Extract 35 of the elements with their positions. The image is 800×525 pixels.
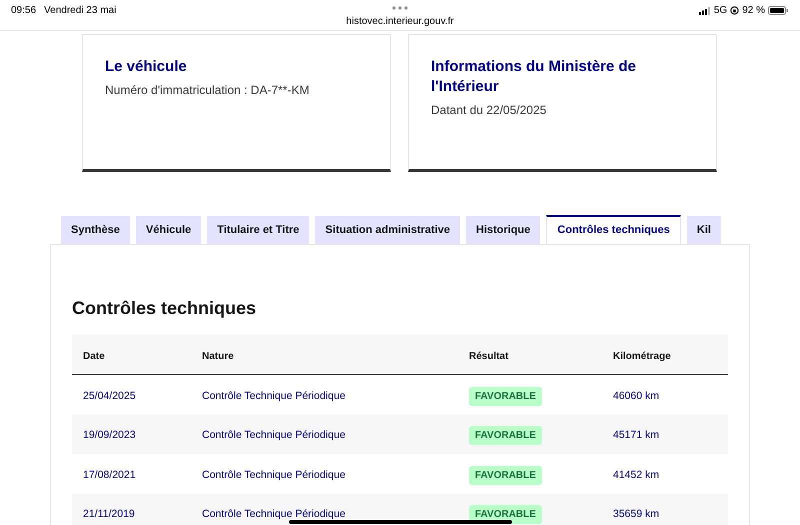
more-icon: [392, 6, 408, 10]
rotation-lock-icon: [730, 6, 740, 15]
nature-link[interactable]: Contrôle Technique Périodique: [202, 390, 346, 402]
date-link[interactable]: 19/09/2023: [83, 429, 136, 442]
column-header: Kilométrage: [613, 350, 671, 362]
date-link[interactable]: 25/04/2025: [83, 390, 136, 402]
signal-icon: [698, 6, 711, 14]
mileage-link[interactable]: 41452 km: [613, 468, 660, 481]
column-header: Date: [83, 350, 105, 362]
tab[interactable]: Situation administrative: [315, 216, 460, 244]
mileage-link[interactable]: 46060 km: [613, 390, 660, 402]
tab[interactable]: Titulaire et Titre: [207, 216, 310, 244]
section-title: Contrôles techniques: [72, 297, 258, 320]
tab[interactable]: Kil: [686, 216, 721, 244]
tab[interactable]: Contrôles techniques: [546, 215, 681, 244]
result-badge: FAVORABLE: [469, 386, 542, 406]
date-link[interactable]: 21/11/2019: [83, 508, 135, 520]
card-title: Le véhicule: [105, 57, 188, 77]
date-link[interactable]: 17/08/2021: [83, 468, 136, 481]
nature-link[interactable]: Contrôle Technique Périodique: [202, 429, 346, 442]
card-title: Informations du Ministère de l'Intérieur: [431, 57, 638, 97]
result-badge: FAVORABLE: [469, 466, 542, 485]
card-text: Datant du 22/05/2025: [431, 102, 548, 119]
battery-icon: [768, 6, 788, 15]
tab[interactable]: Synthèse: [61, 216, 130, 244]
tab[interactable]: Véhicule: [136, 216, 202, 244]
nature-link[interactable]: Contrôle Technique Périodique: [202, 468, 346, 481]
nature-link[interactable]: Contrôle Technique Périodique: [202, 508, 346, 520]
mileage-link[interactable]: 35659 km: [613, 508, 660, 520]
mileage-link[interactable]: 45171 km: [613, 429, 660, 442]
column-header: Nature: [202, 350, 234, 362]
tab[interactable]: Historique: [466, 216, 540, 244]
result-badge: FAVORABLE: [469, 426, 542, 446]
card-text: Numéro d'immatriculation : DA-7**-KM: [105, 82, 310, 99]
column-header: Résultat: [469, 350, 508, 362]
